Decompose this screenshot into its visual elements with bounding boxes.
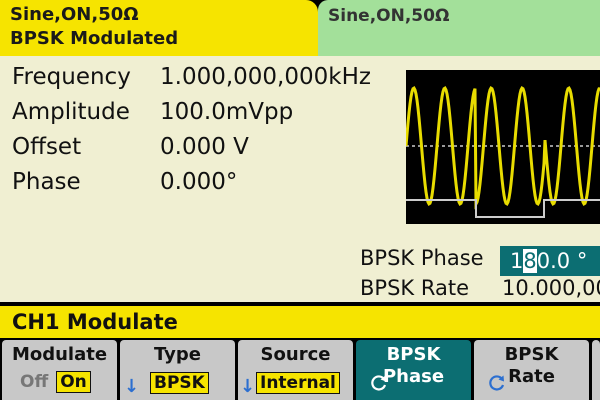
bpsk-phase-digit-rest: 0.0 ° bbox=[536, 249, 588, 273]
modulate-softkey-title: Modulate bbox=[11, 344, 108, 365]
bpsk-phase-label: BPSK Phase bbox=[360, 246, 484, 270]
tab-ch1-mode: BPSK Modulated bbox=[10, 28, 179, 49]
knob-rotate-icon bbox=[489, 375, 505, 391]
tab-ch1[interactable]: Sine,ON,50Ω BPSK Modulated bbox=[0, 0, 318, 56]
bpsk-rate-value[interactable]: 10.000,000 bbox=[502, 276, 600, 300]
source-down-arrow-icon: ↓ bbox=[240, 376, 256, 397]
phase-label: Phase bbox=[12, 169, 81, 195]
type-softkey-title: Type bbox=[154, 344, 201, 365]
type-down-arrow-icon: ↓ bbox=[124, 376, 140, 397]
bpsk-waveform-graphic bbox=[406, 86, 600, 218]
waveform-preview bbox=[406, 70, 600, 224]
source-softkey-title: Source bbox=[260, 344, 331, 365]
offset-value[interactable]: 0.000 V bbox=[160, 134, 249, 160]
frequency-label: Frequency bbox=[12, 64, 131, 90]
bpsk-phase-softkey[interactable]: BPSK Phase bbox=[356, 340, 471, 400]
amplitude-value[interactable]: 100.0mVpp bbox=[160, 99, 293, 125]
type-softkey[interactable]: Type ↓ BPSK bbox=[120, 340, 235, 400]
bpsk-phase-input[interactable]: 180.0 ° bbox=[500, 246, 600, 276]
tab-ch1-status: Sine,ON,50Ω bbox=[10, 4, 139, 25]
softkey-bar: Modulate Off On Type ↓ BPSK Source ↓ Inte… bbox=[0, 340, 600, 400]
bpsk-rate-label: BPSK Rate bbox=[360, 276, 469, 300]
bpsk-phase-cursor-digit: 8 bbox=[523, 249, 537, 273]
phase-value[interactable]: 0.000° bbox=[160, 169, 237, 195]
amplitude-label: Amplitude bbox=[12, 99, 130, 125]
modulate-off-option: Off bbox=[20, 372, 49, 392]
tab-ch2[interactable]: Sine,ON,50Ω bbox=[318, 0, 600, 56]
bpsk-phase-digit-lead: 1 bbox=[510, 249, 524, 273]
type-selection: BPSK bbox=[150, 372, 209, 394]
source-softkey[interactable]: Source ↓ Internal bbox=[238, 340, 353, 400]
frequency-value[interactable]: 1.000,000,000kHz bbox=[160, 64, 371, 90]
source-selection: Internal bbox=[256, 372, 340, 394]
bpsk-rate-softkey[interactable]: BPSK Rate bbox=[474, 340, 589, 400]
bpsk-phase-softkey-line1: BPSK bbox=[386, 344, 441, 365]
modulate-softkey[interactable]: Modulate Off On bbox=[2, 340, 117, 400]
modulate-on-option: On bbox=[56, 371, 91, 393]
offset-label: Offset bbox=[12, 134, 82, 160]
section-title-bar: CH1 Modulate bbox=[0, 306, 600, 338]
next-softkey-edge[interactable] bbox=[592, 340, 600, 400]
bpsk-rate-softkey-line1: BPSK bbox=[504, 344, 559, 365]
tab-ch2-status: Sine,ON,50Ω bbox=[328, 6, 450, 26]
modulate-toggle: Off On bbox=[20, 371, 91, 393]
knob-rotate-icon bbox=[371, 375, 387, 391]
parameter-panel: Frequency 1.000,000,000kHz Amplitude 100… bbox=[0, 56, 600, 302]
